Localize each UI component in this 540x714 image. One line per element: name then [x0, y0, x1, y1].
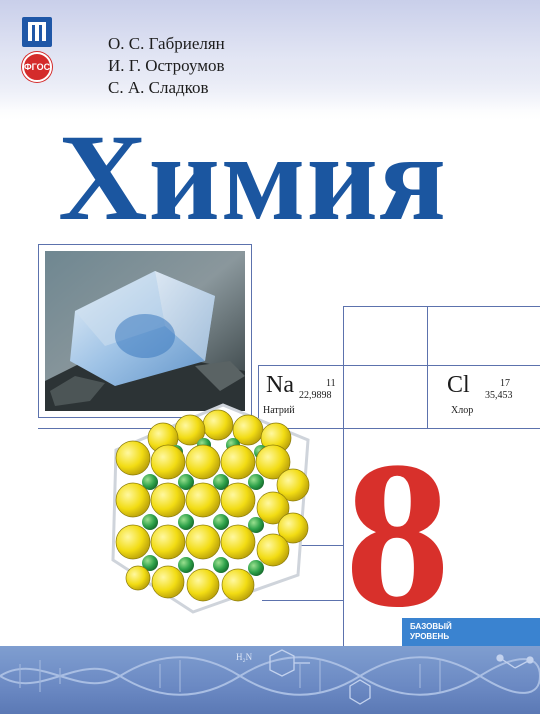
- level-label: БАЗОВЫЙ УРОВЕНЬ: [410, 622, 452, 642]
- level-label-line: БАЗОВЫЙ: [410, 622, 452, 631]
- publisher-logo-icon: [22, 17, 52, 47]
- top-gradient-band: [0, 0, 540, 110]
- formula-label: H₂N: [236, 652, 253, 662]
- element-number: 11: [326, 378, 336, 389]
- element-symbol: Cl: [447, 372, 470, 398]
- grade-number: 8: [345, 419, 450, 651]
- book-cover: ФГОС О. С. Габриелян И. Г. Остроумов С. …: [0, 0, 540, 714]
- authors-list: О. С. Габриелян И. Г. Остроумов С. А. Сл…: [108, 33, 225, 99]
- halite-crystal-image: [45, 251, 245, 411]
- level-label-line: УРОВЕНЬ: [410, 632, 450, 641]
- element-symbol: Na: [266, 372, 294, 398]
- level-badge: БАЗОВЫЙ УРОВЕНЬ: [402, 618, 540, 646]
- author-name: О. С. Габриелян: [108, 34, 225, 53]
- element-number: 17: [500, 378, 510, 389]
- halite-photo-frame: [38, 244, 252, 418]
- bottom-decorative-band: H₂N: [0, 646, 540, 714]
- author-name: С. А. Сладков: [108, 78, 209, 97]
- author-name: И. Г. Остроумов: [108, 56, 225, 75]
- fgos-badge-label: ФГОС: [24, 62, 51, 72]
- dna-pattern-icon: [0, 649, 540, 705]
- crystal-lattice-model: [111, 403, 310, 614]
- element-name: Хлор: [451, 405, 474, 416]
- fgos-badge-icon: ФГОС: [22, 52, 52, 82]
- book-title: Химия: [58, 109, 447, 246]
- element-mass: 35,453: [485, 390, 513, 401]
